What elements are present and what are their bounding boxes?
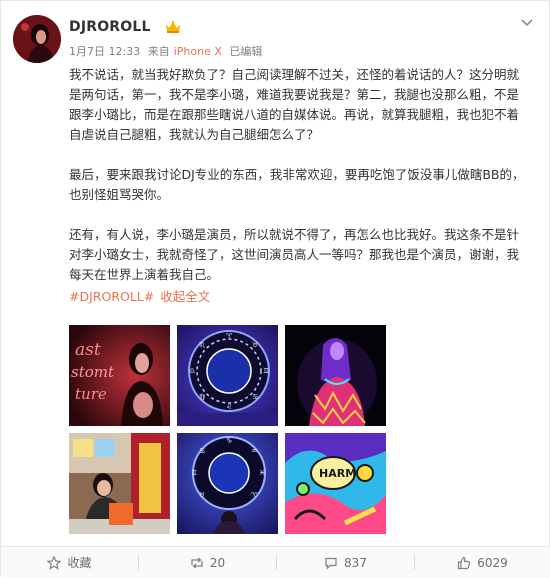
like-button[interactable]: 6029 xyxy=(414,547,550,578)
svg-text:stomt: stomt xyxy=(71,363,115,381)
svg-text:♓: ♓ xyxy=(259,469,265,477)
photo-neon-sign[interactable]: ast stomt ture xyxy=(69,325,170,426)
svg-text:♑: ♑ xyxy=(226,437,232,445)
photo-mural-harm[interactable]: HARM xyxy=(285,433,386,534)
star-icon xyxy=(47,555,62,570)
post-paragraph: 最后，要来跟我讨论DJ专业的东西，我非常欢迎，要再吃饱了饭没事儿做瞎BB的，也别… xyxy=(69,167,525,202)
collapse-button[interactable]: 收起全文 xyxy=(160,289,210,304)
post-paragraph: 还有，有人说，李小璐是演员，所以就说不得了，再怎么也比我好。我这条不是针对李小璐… xyxy=(69,227,520,282)
tag-line: #DJROROLL# 收起全文 xyxy=(69,287,529,307)
photo-zodiac-wheel-1[interactable]: ♈ ♉ ♊ ♋ ♌ ♍ ♎ ♏ xyxy=(177,325,278,426)
source-prefix: 来自 xyxy=(147,45,170,58)
svg-text:♈: ♈ xyxy=(251,491,258,499)
like-count: 6029 xyxy=(477,555,508,570)
svg-text:♈: ♈ xyxy=(226,332,233,340)
post-date[interactable]: 1月7日 12:33 xyxy=(69,45,140,58)
svg-text:♊: ♊ xyxy=(263,367,269,375)
photo-zodiac-wheel-2[interactable]: ♑ ♒ ♓ ♈ ♉ ♊ ♋ xyxy=(177,433,278,534)
neon-sign-text: ast xyxy=(75,340,101,360)
username[interactable]: DJROROLL xyxy=(69,19,151,35)
avatar[interactable] xyxy=(13,15,61,63)
svg-text:♋: ♋ xyxy=(199,447,205,455)
svg-text:ture: ture xyxy=(75,385,107,403)
hashtag-link[interactable]: #DJROROLL# xyxy=(69,289,154,304)
repost-count: 20 xyxy=(209,555,226,570)
post-paragraph: 我不说话，就当我好欺负了？自己阅读理解不过关，还怪的着说话的人？这分明就是两句话… xyxy=(69,67,520,142)
photo-neon-woman[interactable] xyxy=(285,325,386,426)
svg-text:♒: ♒ xyxy=(251,447,257,455)
repost-button[interactable]: 20 xyxy=(139,547,276,578)
comment-icon xyxy=(325,557,337,569)
action-bar: 收藏 20 837 6029 xyxy=(1,546,550,578)
post-body: 我不说话，就当我好欺负了？自己阅读理解不过关，还怪的着说话的人？这分明就是两句话… xyxy=(69,65,529,307)
svg-text:♉: ♉ xyxy=(199,491,205,499)
repost-icon xyxy=(191,556,203,569)
post-source[interactable]: iPhone X xyxy=(174,45,222,58)
svg-text:♊: ♊ xyxy=(191,469,197,477)
svg-text:♏: ♏ xyxy=(199,341,206,349)
svg-text:♌: ♌ xyxy=(226,403,232,411)
svg-text:♉: ♉ xyxy=(252,341,258,349)
edited-label[interactable]: 已编辑 xyxy=(229,45,262,58)
thumbs-up-icon xyxy=(458,556,471,569)
chevron-down-icon[interactable] xyxy=(521,19,533,27)
mural-text: HARM xyxy=(319,467,356,480)
photo-shop-woman[interactable] xyxy=(69,433,170,534)
favorite-label: 收藏 xyxy=(67,556,92,570)
svg-text:♍: ♍ xyxy=(199,393,206,401)
svg-text:♎: ♎ xyxy=(189,367,195,375)
weibo-post-card: DJROROLL 1月7日 12:33 来自 iPhone X 已编辑 我不说话，… xyxy=(0,0,550,578)
comment-button[interactable]: 837 xyxy=(277,547,414,578)
favorite-button[interactable]: 收藏 xyxy=(1,547,138,578)
member-crown-icon[interactable] xyxy=(165,20,181,34)
svg-text:♋: ♋ xyxy=(252,393,258,401)
comment-count: 837 xyxy=(344,555,367,570)
post-meta: 1月7日 12:33 来自 iPhone X 已编辑 xyxy=(69,43,266,59)
